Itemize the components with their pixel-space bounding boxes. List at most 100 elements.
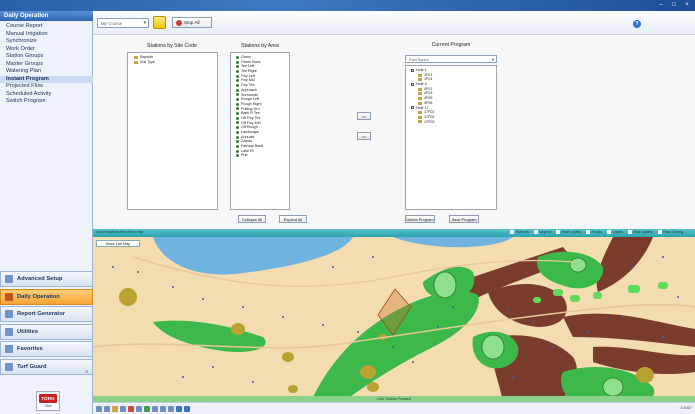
folder-icon (418, 115, 422, 119)
stop-all-label: Stop All (184, 20, 200, 25)
find-icon[interactable] (160, 406, 166, 412)
measure-icon[interactable] (128, 406, 134, 412)
close-icon[interactable]: × (683, 1, 691, 9)
layer-toggle-stations[interactable]: Stations (510, 230, 529, 234)
layer-toggle-hole-layers[interactable]: Hole Layers (556, 230, 581, 234)
station-icon (236, 112, 239, 116)
current-program-title: Current Program (431, 42, 471, 48)
program-select[interactable]: Fwd Syncs (405, 55, 497, 63)
remove-button[interactable]: << (357, 132, 371, 140)
settings-icon[interactable] (176, 406, 182, 412)
stop-all-button[interactable]: Stop All (172, 17, 212, 28)
station-icon (236, 69, 239, 73)
nav-daily-operation[interactable]: Daily Operation (0, 288, 93, 305)
lightning-icon[interactable] (153, 16, 166, 29)
sidebar-item-watering-plan[interactable]: Watering Plan (0, 68, 93, 76)
sidebar-item-course-report[interactable]: Course Report (0, 23, 93, 31)
layer-toggle-legend[interactable]: Legend (533, 230, 552, 234)
course-select[interactable]: My Course (97, 18, 149, 28)
home-icon[interactable] (168, 406, 174, 412)
maximize-icon[interactable]: □ (670, 1, 678, 9)
tree-item[interactable]: 17F03 (409, 120, 496, 125)
station-icon (236, 135, 239, 139)
toro-logo-box: TORO VAN (36, 391, 60, 411)
station-icon (236, 144, 239, 148)
tee-box (570, 295, 580, 302)
delete-program-button[interactable]: Delete Program (405, 215, 435, 223)
map-header: Select stations then from map Stations L… (93, 229, 695, 237)
chevron-down-icon[interactable]: » (85, 369, 88, 375)
station-icon (236, 79, 239, 83)
nav-advanced-setup[interactable]: Advanced Setup (0, 271, 93, 287)
station-icon (236, 74, 239, 78)
nav-favorites[interactable]: Favorites (0, 341, 93, 357)
nav-label: Daily Operation (17, 293, 60, 300)
sidebar-item-station-groups[interactable]: Station Groups (0, 53, 93, 61)
program-area: Stations by Site Code Bayside Soil Type S… (93, 35, 695, 229)
layer-label: Pass Zoning (663, 230, 683, 234)
layer-toggle-roads[interactable]: Roads (586, 230, 602, 234)
checkbox-icon (606, 230, 611, 234)
area-tree[interactable]: Green Green Back Tee Left Tee Right Fwy Left… (230, 52, 290, 210)
shrub (282, 352, 294, 362)
current-program-tree[interactable]: Hole 1 1F01 1F04 Hole 4 4F01 4F03 4F05 4F06 Hole… (405, 65, 497, 210)
tree-item[interactable]: Soil Type (134, 60, 217, 65)
tee-box (658, 282, 668, 289)
window-title-bar: – □ × (0, 0, 695, 11)
layers-icon[interactable] (144, 406, 150, 412)
save-program-button[interactable]: Save Program (449, 215, 479, 223)
station-icon (236, 88, 239, 92)
grid-icon[interactable] (184, 406, 190, 412)
nav-label: Utilities (17, 328, 38, 335)
sidebar-item-scheduled-activity[interactable]: Scheduled Activity (0, 91, 93, 99)
folder-icon (418, 111, 422, 115)
shrub (360, 365, 376, 379)
layer-toggle-pass-zoning[interactable]: Pass Zoning (657, 230, 683, 234)
collapse-all-button[interactable]: Collapse All (238, 215, 266, 223)
layer-toggle-hole-labels[interactable]: Hole Labels (628, 230, 653, 234)
site-code-tree[interactable]: Bayside Soil Type (127, 52, 218, 210)
checkbox-icon (411, 106, 414, 110)
nav-report-generator[interactable]: Report Generator (0, 306, 93, 322)
zoom-out-icon[interactable] (104, 406, 110, 412)
sidebar-item-instant-program[interactable]: Instant Program (0, 75, 93, 83)
layer-label: Stations (515, 230, 529, 234)
sidebar-item-projected-flow[interactable]: Projected Flow (0, 83, 93, 91)
shrub (636, 367, 654, 383)
print-icon[interactable] (152, 406, 158, 412)
nav-utilities[interactable]: Utilities (0, 323, 93, 340)
nav-label: Favorites (17, 346, 43, 352)
stop-icon (176, 20, 182, 26)
sidebar-item-synchronize[interactable]: Synchronize (0, 38, 93, 46)
station-icon (236, 154, 239, 158)
nav-turf-guard[interactable]: Turf Guard (0, 358, 93, 375)
tree-item[interactable]: Pub (234, 153, 289, 158)
checkbox-icon (411, 82, 414, 86)
show-live-map-button[interactable]: Show Live Map (96, 240, 140, 247)
layer-label: Legend (539, 230, 552, 234)
refresh-icon[interactable] (136, 406, 142, 412)
tree-item-label: Pub (241, 153, 248, 158)
add-button[interactable]: >> (357, 112, 371, 120)
minimize-icon[interactable]: – (657, 1, 665, 9)
expand-all-button[interactable]: Expand All (279, 215, 307, 223)
layer-toggle-labels[interactable]: Labels (606, 230, 623, 234)
navigation-bars: Advanced Setup Daily Operation Report Ge… (0, 271, 93, 376)
folder-icon (418, 101, 422, 105)
putting-green (569, 257, 587, 273)
help-icon[interactable]: ? (633, 20, 641, 28)
checkbox-icon (628, 230, 633, 234)
sidebar-item-manual-irrigation[interactable]: Manual Irrigation (0, 31, 93, 39)
checkbox-icon (556, 230, 561, 234)
zoom-in-icon[interactable] (96, 406, 102, 412)
folder-icon (418, 78, 422, 82)
course-map-canvas[interactable] (93, 237, 695, 402)
sidebar-item-switch-program[interactable]: Switch Program (0, 98, 93, 106)
folder-icon (418, 92, 422, 96)
select-icon[interactable] (120, 406, 126, 412)
sidebar-item-work-order[interactable]: Work Order (0, 46, 93, 54)
checkbox-icon (533, 230, 538, 234)
pan-icon[interactable] (112, 406, 118, 412)
course-map[interactable]: Show Live Map (93, 237, 695, 402)
sidebar-item-master-groups[interactable]: Master Groups (0, 61, 93, 69)
